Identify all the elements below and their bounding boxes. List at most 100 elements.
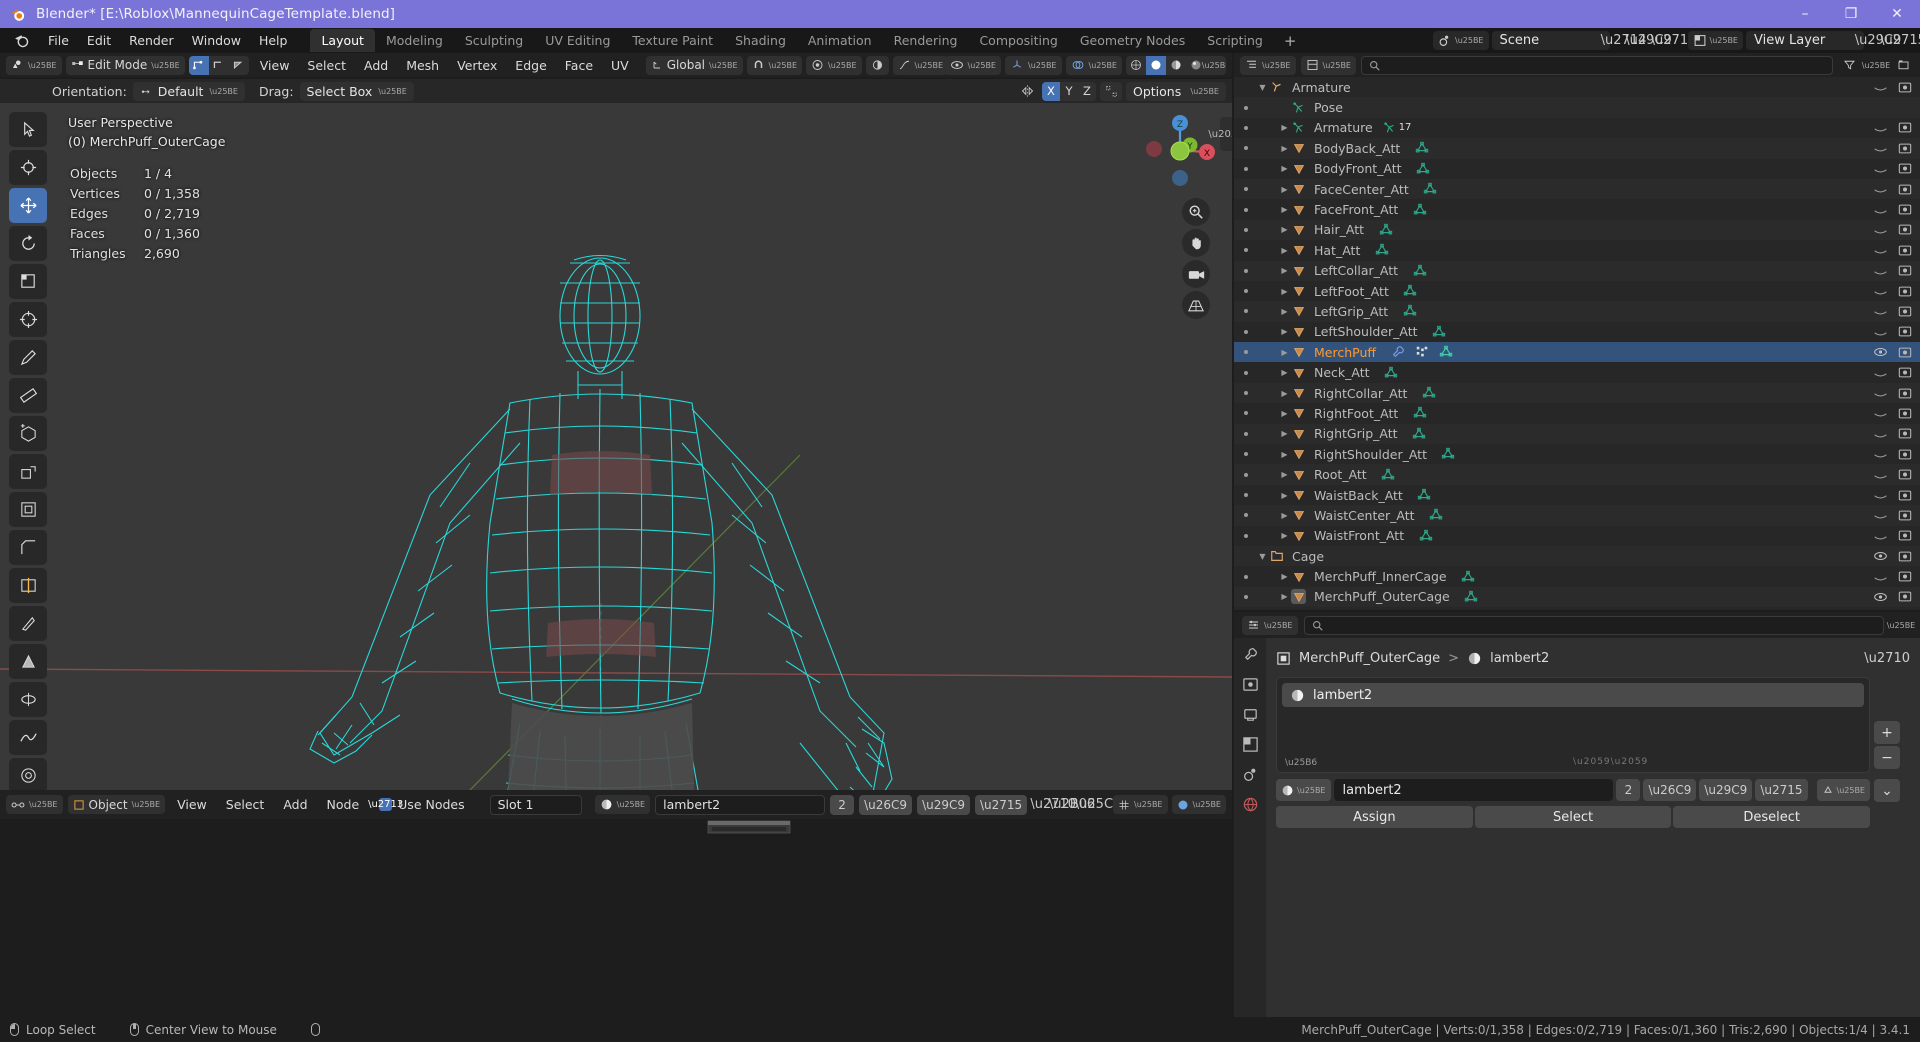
disable-in-renders-icon[interactable]	[1897, 304, 1912, 319]
tab-scene-icon[interactable]	[1242, 766, 1259, 783]
viewport-menu-add[interactable]: Add	[357, 56, 395, 75]
viewport-menu-view[interactable]: View	[253, 56, 297, 75]
shader-type-selector[interactable]: Object \u25BE	[67, 795, 166, 814]
mesh-data-icon[interactable]	[1464, 589, 1479, 604]
outliner-row-pose[interactable]: Pose	[1234, 97, 1920, 118]
outliner-expand-arrow[interactable]: ▶	[1278, 409, 1291, 418]
disable-in-renders-icon[interactable]	[1897, 182, 1912, 197]
tab-render-icon[interactable]	[1242, 676, 1259, 693]
outliner-row-bodyfront-att[interactable]: ▶ BodyFront_Att	[1234, 159, 1920, 179]
scene-name-field[interactable]: Scene	[1491, 31, 1610, 50]
node-overlay-icon[interactable]: \u25CE	[1075, 795, 1121, 814]
hide-in-viewport-icon[interactable]	[1873, 324, 1888, 339]
outliner-expand-arrow[interactable]: ▼	[1256, 83, 1269, 92]
assign-material-button[interactable]: Assign	[1276, 806, 1473, 828]
modifier-wrench-icon[interactable]	[1390, 345, 1405, 360]
disable-in-renders-icon[interactable]	[1897, 447, 1912, 462]
browse-material-button[interactable]: \u25BE	[1276, 779, 1331, 801]
disable-in-renders-icon[interactable]	[1897, 141, 1912, 156]
outliner-row-rightshoulder-att[interactable]: ▶ RightShoulder_Att	[1234, 444, 1920, 464]
mirror-axis-x-button[interactable]: X	[1042, 81, 1060, 101]
close-button[interactable]: ✕	[1874, 0, 1920, 28]
outliner-expand-arrow[interactable]: ▶	[1278, 144, 1291, 153]
outliner-row-merchpuff-outercage[interactable]: ▶ MerchPuff_OuterCage	[1234, 586, 1920, 608]
outliner-editor-type-selector[interactable]: \u25BE	[1240, 55, 1296, 75]
drag-dropdown[interactable]: Select Box \u25BE	[299, 81, 414, 101]
outliner-expand-arrow[interactable]: ▼	[1256, 552, 1269, 561]
mesh-data-icon[interactable]	[1374, 243, 1389, 258]
tab-layout[interactable]: Layout	[310, 29, 375, 52]
outliner-row-armature[interactable]: ▼ Armature	[1234, 77, 1920, 97]
tool-move-button[interactable]	[9, 188, 47, 223]
menu-edit[interactable]: Edit	[78, 30, 120, 51]
material-slot-list[interactable]: lambert2 \u25B6 \u2059\u2059	[1276, 677, 1870, 773]
tab-compositing[interactable]: Compositing	[968, 29, 1068, 52]
outliner-row-root-att[interactable]: ▶ Root_Att	[1234, 464, 1920, 485]
tab-view-layer-icon[interactable]	[1242, 736, 1259, 753]
slot-list-grip[interactable]: \u2059\u2059	[1573, 757, 1648, 767]
material-slot-item[interactable]: lambert2	[1282, 683, 1864, 707]
proportional-edit-button[interactable]: \u25BE	[806, 55, 862, 75]
outliner-row-waistfront-att[interactable]: ▶ WaistFront_Att	[1234, 526, 1920, 546]
disable-in-renders-icon[interactable]	[1897, 528, 1912, 543]
hide-in-viewport-icon[interactable]	[1873, 243, 1888, 258]
disable-in-renders-icon[interactable]	[1897, 386, 1912, 401]
shader-editor-type-selector[interactable]: \u25BE	[6, 795, 63, 814]
hide-in-viewport-icon[interactable]	[1873, 467, 1888, 482]
hide-in-viewport-icon[interactable]	[1873, 488, 1888, 503]
visibility-selectability-button[interactable]: \u25BE	[944, 55, 1001, 75]
hide-in-viewport-icon[interactable]	[1873, 589, 1888, 604]
disable-in-renders-icon[interactable]	[1897, 549, 1912, 564]
delete-view-layer-icon[interactable]: \u2715	[1880, 31, 1920, 50]
mesh-data-icon[interactable]	[1429, 508, 1444, 523]
hide-in-viewport-icon[interactable]	[1873, 528, 1888, 543]
outliner-row-rightgrip-att[interactable]: ▶ RightGrip_Att	[1234, 423, 1920, 445]
outliner-expand-arrow[interactable]: ▶	[1278, 123, 1291, 132]
fake-user-button[interactable]: \u26C9	[1643, 779, 1697, 801]
delete-scene-icon[interactable]: \u2715	[1651, 31, 1697, 50]
outliner-row-hair-att[interactable]: ▶ Hair_Att	[1234, 219, 1920, 241]
outliner-expand-arrow[interactable]: ▶	[1278, 429, 1291, 438]
outliner-filter-dropdown[interactable]: \u25BE	[1862, 56, 1891, 75]
maximize-button[interactable]: ❐	[1828, 0, 1874, 28]
tool-rotate-button[interactable]	[9, 226, 47, 261]
hide-in-viewport-icon[interactable]	[1873, 120, 1888, 135]
tab-sculpting[interactable]: Sculpting	[454, 29, 534, 52]
tool-extrude-button[interactable]	[9, 454, 47, 489]
node-menu-view[interactable]: View	[170, 795, 214, 814]
tab-animation[interactable]: Animation	[797, 29, 883, 52]
hide-in-viewport-icon[interactable]	[1873, 182, 1888, 197]
menu-file[interactable]: File	[39, 30, 78, 51]
outliner-display-mode-selector[interactable]: \u25BE	[1300, 55, 1356, 75]
viewport-menu-edge[interactable]: Edge	[508, 56, 553, 75]
disable-in-renders-icon[interactable]	[1897, 80, 1912, 95]
disable-in-renders-icon[interactable]	[1897, 426, 1912, 441]
tab-texture-paint[interactable]: Texture Paint	[621, 29, 724, 52]
disable-in-renders-icon[interactable]	[1897, 589, 1912, 604]
mesh-data-icon[interactable]	[1421, 386, 1436, 401]
shading-options-dropdown[interactable]: \u25BE	[1202, 55, 1226, 75]
mesh-data-icon[interactable]	[1416, 161, 1431, 176]
vertex-select-mode-button[interactable]	[188, 55, 209, 75]
outliner-row-rightcollar-att[interactable]: ▶ RightCollar_Att	[1234, 382, 1920, 404]
tool-poly-build-button[interactable]	[9, 644, 47, 679]
mesh-data-icon[interactable]	[1412, 406, 1427, 421]
disable-in-renders-icon[interactable]	[1897, 508, 1912, 523]
tool-add-cube-button[interactable]	[9, 416, 47, 451]
outliner-expand-arrow[interactable]: ▶	[1278, 164, 1291, 173]
mesh-data-icon[interactable]	[1402, 304, 1417, 319]
hide-in-viewport-icon[interactable]	[1873, 202, 1888, 217]
node-material-users-count[interactable]: 2	[830, 794, 855, 815]
menu-help[interactable]: Help	[250, 30, 297, 51]
xray-toggle-button[interactable]	[865, 55, 889, 75]
node-menu-add[interactable]: Add	[276, 795, 314, 814]
hide-in-viewport-icon[interactable]	[1873, 386, 1888, 401]
outliner-expand-arrow[interactable]: ▶	[1278, 491, 1291, 500]
duplicate-material-button[interactable]: \u29C9	[1699, 779, 1753, 801]
hide-in-viewport-icon[interactable]	[1873, 161, 1888, 176]
mesh-data-icon[interactable]	[1432, 324, 1447, 339]
tab-output-icon[interactable]	[1242, 706, 1259, 723]
mirror-axis-y-button[interactable]: Y	[1060, 81, 1078, 101]
viewport-menu-vertex[interactable]: Vertex	[450, 56, 504, 75]
minimize-button[interactable]: –	[1782, 0, 1828, 28]
